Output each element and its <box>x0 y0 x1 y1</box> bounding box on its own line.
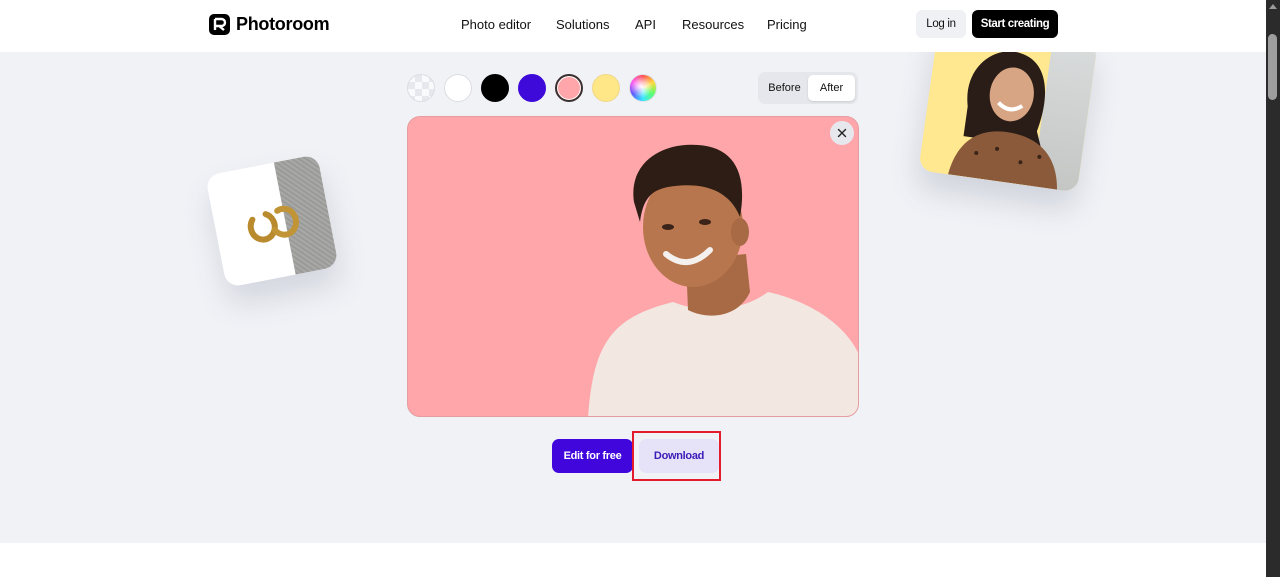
nav-resources[interactable]: Resources <box>682 17 744 32</box>
earrings-image <box>247 205 300 243</box>
scrollbar-thumb[interactable] <box>1268 34 1277 100</box>
scroll-up-arrow-icon[interactable] <box>1269 4 1277 9</box>
download-highlight-box <box>632 431 721 481</box>
site-header: Photoroom Photo editor Solutions API Res… <box>0 0 1266 52</box>
swatch-custom-color[interactable] <box>629 74 657 102</box>
nav-api[interactable]: API <box>635 17 656 32</box>
earrings-example-card <box>205 154 339 288</box>
image-preview <box>407 116 859 417</box>
login-button[interactable]: Log in <box>916 10 966 38</box>
nav-solutions[interactable]: Solutions <box>556 17 609 32</box>
toggle-before[interactable]: Before <box>761 75 808 101</box>
brand-logo[interactable]: Photoroom <box>209 14 330 35</box>
portrait-example-card <box>918 52 1098 193</box>
swatch-yellow[interactable] <box>592 74 620 102</box>
swatch-purple[interactable] <box>518 74 546 102</box>
photoroom-logo-icon <box>209 14 230 35</box>
close-button[interactable] <box>830 121 854 145</box>
background-color-picker <box>407 74 657 102</box>
vertical-scrollbar[interactable] <box>1266 0 1280 577</box>
swatch-black[interactable] <box>481 74 509 102</box>
subject-photo <box>588 144 858 416</box>
hero-section: Before After Edit for free Download <box>0 52 1266 543</box>
swatch-white[interactable] <box>444 74 472 102</box>
nav-photo-editor[interactable]: Photo editor <box>461 17 531 32</box>
start-creating-button[interactable]: Start creating <box>972 10 1058 38</box>
toggle-after[interactable]: After <box>808 75 855 101</box>
swatch-transparent[interactable] <box>407 74 435 102</box>
before-after-toggle: Before After <box>758 72 858 104</box>
swatch-pink-selected[interactable] <box>555 74 583 102</box>
close-icon <box>837 128 847 138</box>
edit-for-free-button[interactable]: Edit for free <box>552 439 633 473</box>
nav-pricing[interactable]: Pricing <box>767 17 807 32</box>
woman-portrait-image <box>948 52 1057 190</box>
brand-name: Photoroom <box>236 14 330 34</box>
page: Photoroom Photo editor Solutions API Res… <box>0 0 1266 577</box>
